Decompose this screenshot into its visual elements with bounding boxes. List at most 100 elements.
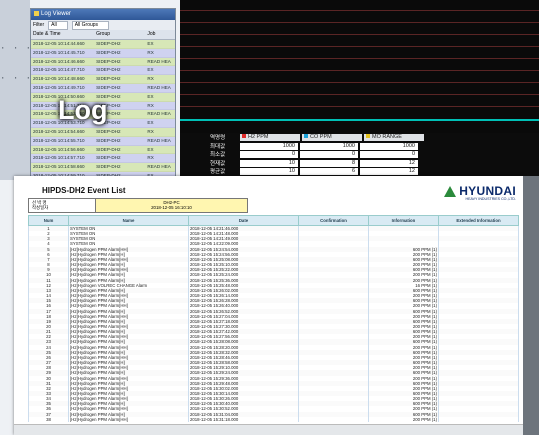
log-cell: 2018-12-05 10:14:54.660 [33, 128, 85, 134]
log-cell: 2018-12-05 10:14:57.710 [33, 155, 85, 161]
sensor-value-table: 역명령 H2 PPM CO PPM MO RANGE 최대값 1000 1000 1000 최소… [180, 133, 539, 178]
report-title: HIPDS-DH2 Event List [42, 186, 126, 195]
log-cell: RX [147, 155, 154, 161]
log-cell: RX [147, 76, 154, 82]
event-row[interactable]: 38 [H2]Hydrogen PPM Alarm[HH] 2018-12-05 1… [28, 416, 519, 422]
log-cell: SIDEP-DH2 [96, 58, 121, 64]
log-cell: 2018-12-05 10:14:44.660 [33, 41, 85, 46]
sensor-series-header: CO PPM [302, 134, 362, 141]
log-cell: 2018-12-05 10:14:46.660 [33, 58, 85, 64]
column-header-job[interactable]: Job [145, 30, 175, 39]
logo-subtitle: HEAVY INDUSTRIES CO.,LTD. [465, 197, 516, 201]
log-row[interactable]: 2018-12-05 10:14:49.710 SIDEP-DH2 READ HEA [31, 83, 175, 93]
column-header-time[interactable]: Date & Time [31, 30, 94, 39]
log-cell: READ HEA [147, 84, 171, 90]
log-cell: 2018-12-05 10:14:58.660 [33, 164, 85, 170]
report-bottom-bar [14, 424, 524, 435]
log-row[interactable]: 2018-12-05 10:14:54.660 SIDEP-DH2 RX [31, 127, 175, 137]
column-header-information[interactable]: Information [368, 215, 439, 226]
log-row[interactable]: 2018-12-05 10:14:46.660 SIDEP-DH2 READ HEA [31, 57, 175, 67]
background-panel [523, 176, 539, 435]
sensor-value-cell: 10 [240, 159, 298, 167]
chart-series-line [180, 119, 539, 121]
log-row[interactable]: 2018-12-05 10:14:47.710 SIDEP-DH2 EX [31, 66, 175, 76]
column-header-extended-information[interactable]: Extended Information [438, 215, 519, 226]
event-table: Num Name Date Confirmation Information E… [28, 215, 519, 422]
sensor-header-row: 역명령 H2 PPM CO PPM MO RANGE [210, 134, 426, 143]
sensor-trend-chart [180, 0, 539, 133]
chart-gridline [180, 10, 539, 11]
event-cell: 38 [28, 416, 69, 422]
chart-gridline [180, 58, 539, 59]
chart-gridline [180, 94, 539, 95]
column-header-num[interactable]: Num [28, 215, 69, 226]
sensor-series-header: H2 PPM [240, 134, 300, 141]
info-label-date: 작성일자 [32, 205, 49, 210]
app-icon [34, 10, 39, 16]
sensor-value-cell: 0 [240, 151, 298, 159]
background-panel [0, 0, 30, 180]
event-cell: 2018-12-05 15:31:18.000 [188, 416, 299, 422]
column-header-group[interactable]: Group [94, 30, 145, 39]
log-cell: SIDEP-DH2 [96, 155, 121, 161]
log-cell: EX [147, 93, 154, 99]
column-header-name[interactable]: Name [68, 215, 189, 226]
sensor-value-row: 최소값 0 0 0 [210, 151, 420, 160]
sensor-series-header: MO RANGE [364, 134, 424, 141]
chart-gridline [180, 82, 539, 83]
log-cell: 2018-12-05 10:14:47.710 [33, 67, 85, 73]
sensor-value-cell: 10 [240, 168, 298, 176]
sensor-value-cell: 0 [300, 151, 358, 159]
sensor-value-cell: 1000 [300, 142, 358, 150]
sensor-row-label: 역명령 [210, 135, 226, 141]
event-cell: [H2]Hydrogen PPM Alarm[HH] [68, 416, 189, 422]
log-cell: EX [147, 41, 154, 46]
event-cell [438, 416, 519, 422]
filter-label: Filter [33, 22, 45, 28]
log-row[interactable]: 2018-12-05 10:14:45.710 SIDEP-DH2 RX [31, 48, 175, 58]
log-window-title: Log Viewer [41, 11, 71, 17]
log-cell: READ HEA [147, 111, 171, 117]
log-cell: EX [147, 67, 154, 73]
log-cell: EX [147, 120, 154, 126]
log-cell: READ HEA [147, 58, 171, 64]
log-row[interactable]: 2018-12-05 10:14:44.660 SIDEP-DH2 EX [31, 40, 175, 49]
event-cell [298, 416, 369, 422]
log-row[interactable]: 2018-12-05 10:14:57.710 SIDEP-DH2 RX [31, 154, 175, 164]
sensor-row-label: 최대값 [210, 143, 226, 150]
sensor-series-name: MO RANGE [372, 134, 402, 140]
log-cell: RX [147, 102, 154, 108]
log-cell: SIDEP-DH2 [96, 41, 121, 46]
log-cell: SIDEP-DH2 [96, 137, 121, 143]
log-row[interactable]: 2018-12-05 10:14:48.660 SIDEP-DH2 RX [31, 75, 175, 84]
sensor-series-name: H2 PPM [248, 134, 269, 140]
column-header-confirmation[interactable]: Confirmation [298, 215, 369, 226]
log-cell: READ HEA [147, 137, 171, 143]
log-cell: 2018-12-05 10:14:49.710 [33, 84, 85, 90]
sensor-value-row: 최대값 1000 1000 1000 [210, 142, 420, 152]
info-value-date: 2018-12-05 16:10:10 [151, 205, 192, 210]
log-window-titlebar[interactable]: Log Viewer [31, 9, 175, 20]
sensor-series-name: CO PPM [310, 134, 332, 140]
log-cell: 2018-12-05 10:14:45.710 [33, 49, 85, 55]
event-cell: 200 PPM (1) [368, 416, 439, 422]
log-table-header: Date & Time Group Job [31, 30, 175, 40]
info-labels: 선 박 명 작성일자 [29, 199, 96, 212]
log-cell: RX [147, 128, 154, 134]
chart-gridline [180, 106, 539, 107]
event-list-report: HIPDS-DH2 Event List HYUNDAI HEAVY INDUS… [14, 176, 524, 435]
series-color-swatch [366, 134, 370, 138]
log-cell: 2018-12-05 10:14:55.710 [33, 137, 85, 143]
log-row[interactable]: 2018-12-05 10:14:58.660 SIDEP-DH2 READ HEA [31, 163, 175, 172]
filter-select[interactable]: All [48, 20, 68, 30]
logo-text: HYUNDAI [459, 184, 516, 198]
chart-gridline [180, 46, 539, 47]
logo-triangle-icon [444, 185, 457, 197]
event-table-header: Num Name Date Confirmation Information E… [28, 215, 519, 226]
log-row[interactable]: 2018-12-05 10:14:55.710 SIDEP-DH2 READ HEA [31, 136, 175, 146]
log-row[interactable]: 2018-12-05 10:14:56.660 SIDEP-DH2 EX [31, 145, 175, 155]
column-header-date[interactable]: Date [188, 215, 299, 226]
group-select[interactable]: All Groups [71, 20, 110, 30]
chart-gridline [180, 70, 539, 71]
log-cell: SIDEP-DH2 [96, 164, 121, 170]
